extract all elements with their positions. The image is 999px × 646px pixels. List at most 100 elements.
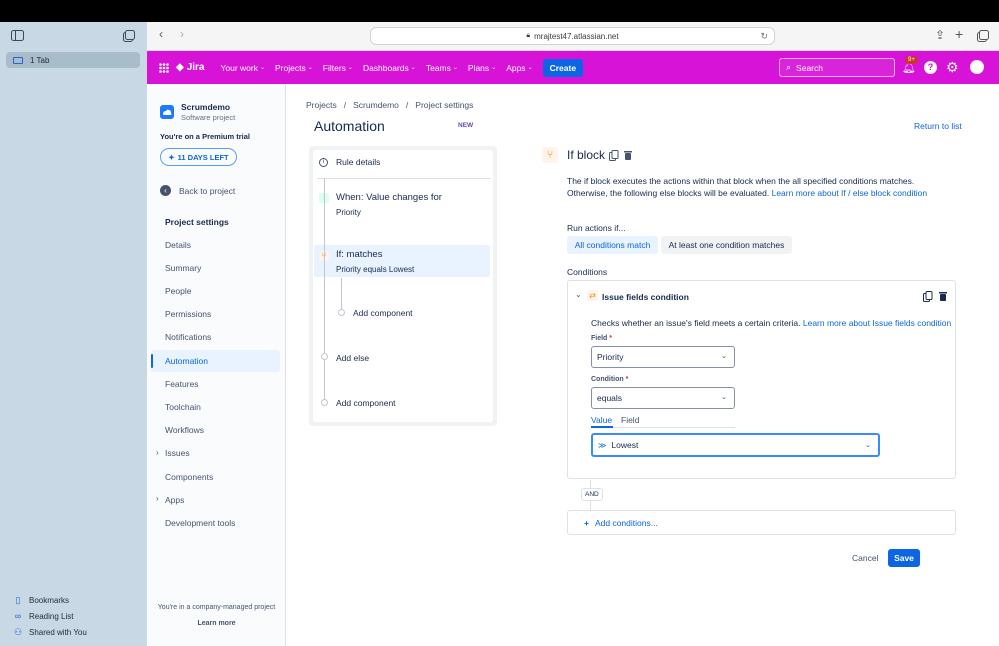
tab-field[interactable]: Field xyxy=(621,415,639,425)
trigger-title[interactable]: When: Value changes for xyxy=(336,192,442,203)
sidebar-toggle-icon[interactable] xyxy=(11,30,24,41)
sidebar-item-components[interactable]: Components xyxy=(165,472,213,482)
active-tab-indicator xyxy=(591,426,613,428)
condition-select-value: equals xyxy=(597,393,623,403)
chevron-down-icon[interactable]: ⌄ xyxy=(575,290,582,299)
save-button[interactable]: Save xyxy=(888,549,920,567)
all-conditions-match-button[interactable]: All conditions match xyxy=(567,236,658,254)
sidebar-item-summary[interactable]: Summary xyxy=(165,263,201,273)
delete-icon[interactable] xyxy=(938,291,948,302)
nav-projects[interactable]: Projects ⌄ xyxy=(275,63,313,73)
tabs-icon[interactable] xyxy=(977,30,989,42)
connector-line xyxy=(341,278,342,312)
field-select-value: Priority xyxy=(597,352,624,362)
rule-details-item[interactable]: i Rule details xyxy=(319,157,380,167)
reading-list-link[interactable]: ∞ Reading List xyxy=(12,611,74,621)
system-top-bar xyxy=(0,0,999,22)
rule-components-list: i Rule details ⫶ When: Value changes for… xyxy=(313,150,493,422)
chevron-down-icon: ⌄ xyxy=(491,65,497,71)
trial-days-button[interactable]: ✦ 11 DAYS LEFT xyxy=(160,148,237,166)
plus-icon: + xyxy=(584,517,589,528)
add-component-inner[interactable]: Add component xyxy=(353,308,413,318)
add-component[interactable]: Add component xyxy=(336,398,396,408)
copy-icon[interactable] xyxy=(609,150,619,161)
avatar[interactable] xyxy=(970,60,984,74)
nav-filters[interactable]: Filters ⌄ xyxy=(323,63,353,73)
sidebar-item-people[interactable]: People xyxy=(165,286,191,296)
sidebar-item-issues[interactable]: Issues xyxy=(165,448,190,458)
nav-plans[interactable]: Plans ⌄ xyxy=(468,63,496,73)
forward-arrow-icon[interactable]: › xyxy=(180,27,184,41)
learn-more-condition-link[interactable]: Learn more about Issue fields condition xyxy=(803,318,951,328)
learn-more-link[interactable]: Learn more xyxy=(147,620,286,627)
back-arrow-icon[interactable]: ‹ xyxy=(159,27,163,41)
shared-with-you-link[interactable]: ⚇ Shared with You xyxy=(12,627,87,638)
sidebar-item-apps[interactable]: Apps xyxy=(165,495,184,505)
sidebar-item-automation[interactable]: Automation xyxy=(165,356,208,366)
tab-overview-icon[interactable] xyxy=(123,30,135,42)
sidebar-item-notifications[interactable]: Notifications xyxy=(165,332,211,342)
at-least-one-condition-button[interactable]: At least one condition matches xyxy=(661,236,792,254)
rule-components-panel: i Rule details ⫶ When: Value changes for… xyxy=(309,146,497,426)
condition-title: Issue fields condition xyxy=(602,292,689,302)
sidebar-item-toolchain[interactable]: Toolchain xyxy=(165,402,201,412)
address-bar[interactable]: 🔒︎ mrajtest47.atlassian.net ↻ xyxy=(370,27,775,45)
return-to-list-link[interactable]: Return to list xyxy=(914,121,962,131)
delete-icon[interactable] xyxy=(623,150,633,161)
notifications-badge: 9+ xyxy=(905,56,918,64)
field-select[interactable]: Priority ⌄ xyxy=(591,346,735,368)
value-select[interactable]: ≫ Lowest ⌄ xyxy=(591,433,880,457)
trigger-subtitle: Priority xyxy=(336,208,361,217)
condition-select[interactable]: equals ⌄ xyxy=(591,387,735,409)
breadcrumb-scrumdemo[interactable]: Scrumdemo xyxy=(353,100,399,110)
nav-teams[interactable]: Teams ⌄ xyxy=(426,63,458,73)
create-button[interactable]: Create xyxy=(542,58,584,77)
new-tab-icon[interactable]: + xyxy=(955,26,963,42)
back-to-project-label: Back to project xyxy=(179,185,236,196)
breadcrumb-project-settings[interactable]: Project settings xyxy=(415,100,473,110)
help-icon[interactable]: ? xyxy=(924,61,937,74)
jira-logo[interactable]: ◆ Jira xyxy=(176,62,205,73)
breadcrumb: Projects / Scrumdemo / Project settings xyxy=(306,100,473,110)
project-name[interactable]: Scrumdemo xyxy=(181,102,230,112)
add-else[interactable]: Add else xyxy=(336,353,369,363)
sidebar-item-details[interactable]: Details xyxy=(165,240,191,250)
tab-group-item[interactable]: 1 Tab xyxy=(6,52,140,68)
if-subtitle: Priority equals Lowest xyxy=(336,265,415,274)
bookmarks-link[interactable]: ▯ Bookmarks xyxy=(12,595,70,606)
nav-label: Your work xyxy=(220,62,258,73)
chevron-right-icon[interactable]: › xyxy=(156,494,159,503)
search-placeholder: Search xyxy=(796,62,823,73)
shared-with-you-label: Shared with You xyxy=(29,628,87,637)
editor-description: The if block executes the actions within… xyxy=(567,176,937,199)
sidebar-item-development-tools[interactable]: Development tools xyxy=(165,518,235,528)
sidebar-item-permissions[interactable]: Permissions xyxy=(165,309,211,319)
sidebar-item-workflows[interactable]: Workflows xyxy=(165,425,204,435)
learn-more-if-else-link[interactable]: Learn more about If / else block conditi… xyxy=(772,188,927,198)
search-input[interactable]: ⌕ Search xyxy=(779,58,895,77)
back-to-project-link[interactable]: ‹ Back to project xyxy=(160,185,235,196)
nav-apps[interactable]: Apps ⌄ xyxy=(506,63,532,73)
sidebar-item-features[interactable]: Features xyxy=(165,379,199,389)
share-icon[interactable]: ⇪ xyxy=(935,28,945,42)
jira-logo-text: Jira xyxy=(186,62,205,73)
app-switcher-icon[interactable] xyxy=(159,62,169,73)
nav-your-work[interactable]: Your work ⌄ xyxy=(221,63,266,73)
value-select-value: Lowest xyxy=(611,440,639,450)
cancel-button[interactable]: Cancel xyxy=(852,553,878,563)
reload-icon[interactable]: ↻ xyxy=(760,31,768,42)
chevron-right-icon[interactable]: › xyxy=(156,448,159,457)
breadcrumb-projects[interactable]: Projects xyxy=(306,100,337,110)
nav-dashboards[interactable]: Dashboards ⌄ xyxy=(363,63,416,73)
chevron-down-icon: ⌄ xyxy=(865,442,871,449)
settings-gear-icon[interactable]: ⚙ xyxy=(946,59,959,76)
chevron-down-icon: ⌄ xyxy=(307,65,313,71)
add-conditions-button[interactable]: + Add conditions... xyxy=(567,510,956,535)
condition-card: ⌄ ⇄ Issue fields condition Checks whethe… xyxy=(567,280,956,479)
tab-value[interactable]: Value xyxy=(591,415,612,425)
search-icon: ⌕ xyxy=(786,62,792,72)
connector-dot xyxy=(321,353,328,360)
copy-icon[interactable] xyxy=(923,291,933,302)
nav-label: Teams xyxy=(425,62,451,73)
nav-label: Apps xyxy=(506,62,526,73)
